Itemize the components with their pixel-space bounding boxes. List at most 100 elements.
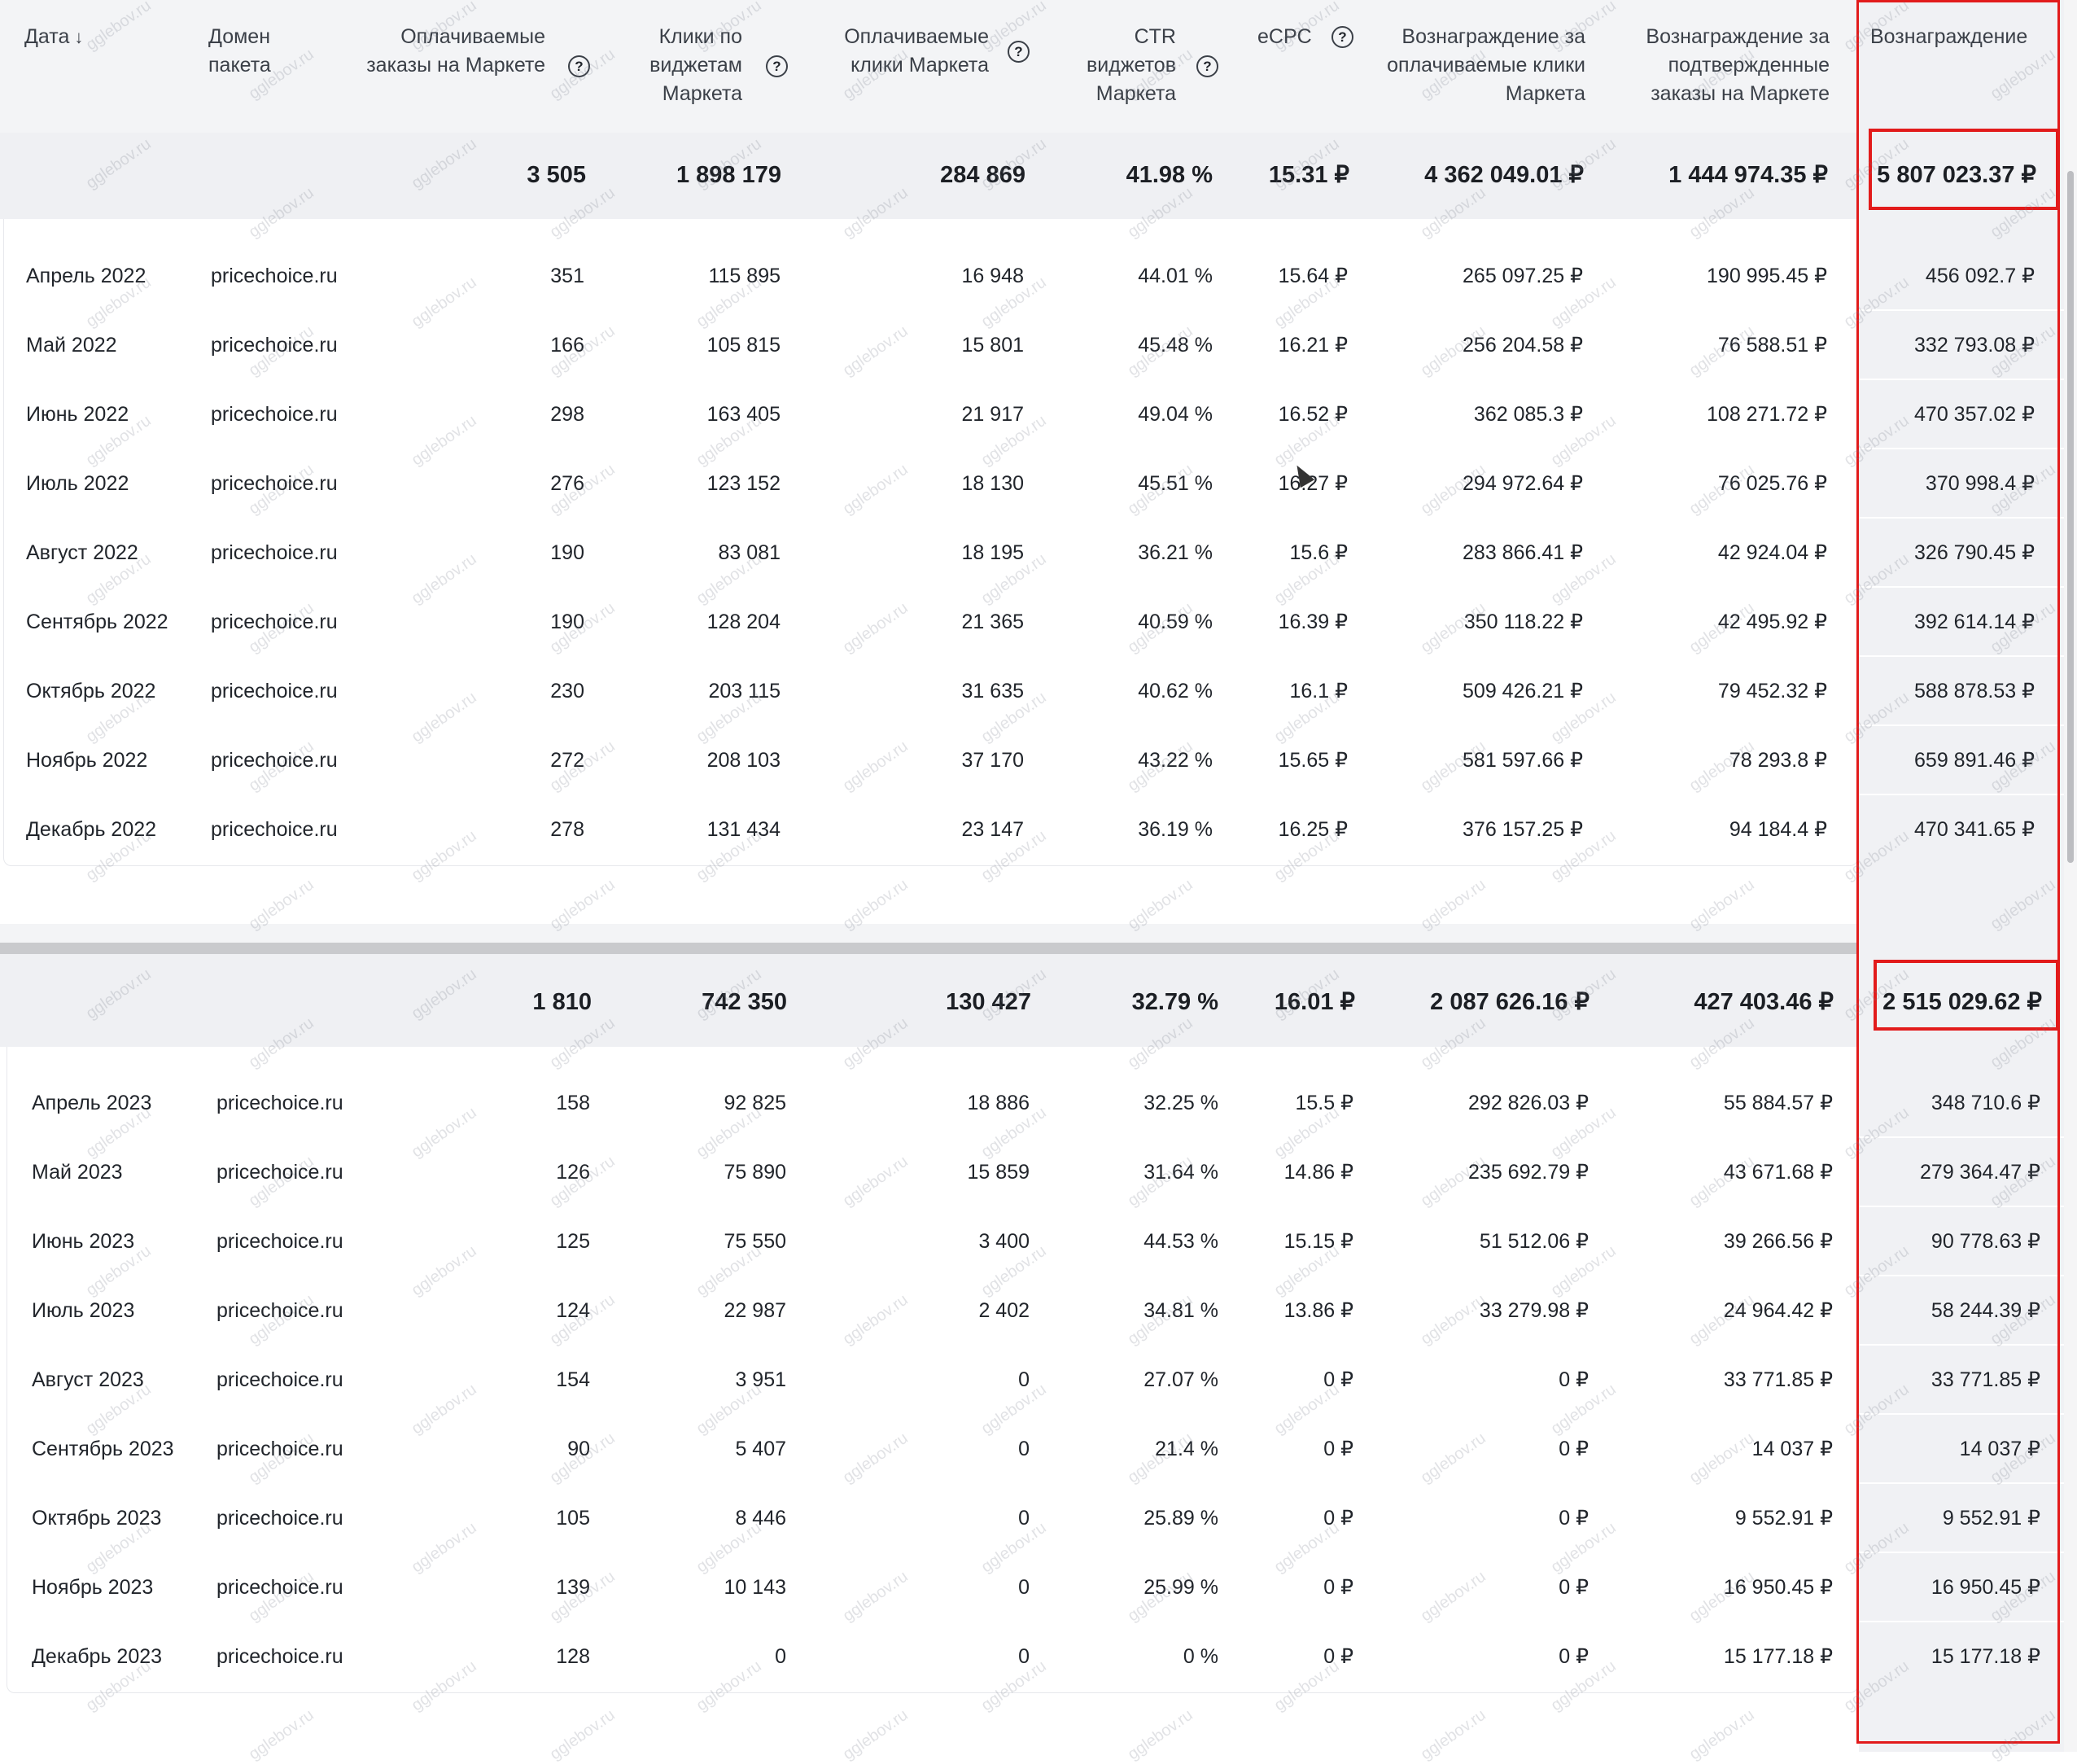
cell-paid-clicks: 23 147: [961, 818, 1024, 841]
table-row[interactable]: Июль 2022 pricechoice.ru 276 123 152 18 …: [0, 449, 2077, 519]
question-circle-icon[interactable]: ?: [1331, 26, 1353, 48]
table-row[interactable]: Ноябрь 2023 pricechoice.ru 139 10 143 0 …: [0, 1553, 2077, 1622]
cell-date: Сентябрь 2022: [26, 611, 168, 633]
cell-orders: 190: [550, 611, 584, 633]
watermark-text: gglebov.ru: [1124, 1705, 1196, 1764]
total-reward-orders: 1 444 974.35 ₽: [1668, 162, 1828, 188]
cell-ecpc: 0 ₽: [1323, 1645, 1353, 1668]
total-reward-clicks: 2 087 626.16 ₽: [1430, 989, 1589, 1015]
cell-reward-orders: 39 266.56 ₽: [1723, 1230, 1833, 1253]
header-ctr[interactable]: CTR виджетов Маркета: [1066, 23, 1176, 108]
cell-widget-clicks: 8 446: [735, 1507, 786, 1530]
table-row[interactable]: Октябрь 2023 pricechoice.ru 105 8 446 0 …: [0, 1484, 2077, 1553]
table-row[interactable]: Июль 2023 pricechoice.ru 124 22 987 2 40…: [0, 1276, 2077, 1346]
cell-domain: pricechoice.ru: [211, 611, 338, 633]
cell-ecpc: 15.65 ₽: [1278, 749, 1348, 772]
cell-date: Октябрь 2023: [32, 1507, 162, 1530]
table-row[interactable]: Октябрь 2022 pricechoice.ru 230 203 115 …: [0, 657, 2077, 726]
watermark-text: gglebov.ru: [245, 1705, 317, 1764]
cell-reward-clicks: 350 118.22 ₽: [1463, 611, 1583, 633]
table-row[interactable]: Сентябрь 2023 pricechoice.ru 90 5 407 0 …: [0, 1415, 2077, 1484]
total-paid-clicks: 130 427: [946, 989, 1031, 1015]
question-circle-icon[interactable]: ?: [1008, 41, 1030, 63]
table-row[interactable]: Май 2023 pricechoice.ru 126 75 890 15 85…: [0, 1138, 2077, 1207]
cell-orders: 139: [556, 1576, 590, 1599]
question-circle-icon[interactable]: ?: [766, 55, 788, 77]
header-ecpc[interactable]: eCPC: [1257, 23, 1323, 51]
total-orders: 3 505: [527, 162, 586, 188]
cell-ecpc: 0 ₽: [1323, 1438, 1353, 1460]
cell-widget-clicks: 0: [775, 1645, 786, 1668]
cell-reward-orders: 24 964.42 ₽: [1723, 1299, 1833, 1322]
table-row[interactable]: Сентябрь 2022 pricechoice.ru 190 128 204…: [0, 588, 2077, 657]
cell-date: Сентябрь 2023: [32, 1438, 174, 1460]
cell-date: Декабрь 2022: [26, 818, 157, 841]
cell-reward-orders: 190 995.45 ₽: [1707, 265, 1827, 287]
cell-ecpc: 15.64 ₽: [1278, 265, 1348, 287]
cell-reward-orders: 14 037 ₽: [1751, 1438, 1833, 1460]
cell-reward-clicks: 51 512.06 ₽: [1479, 1230, 1589, 1253]
cell-reward-clicks: 0 ₽: [1559, 1368, 1589, 1391]
total-reward-highlight-2022: [1869, 129, 2059, 210]
cell-date: Декабрь 2023: [32, 1645, 163, 1668]
cell-reward-clicks: 0 ₽: [1559, 1507, 1589, 1530]
cell-widget-clicks: 5 407: [735, 1438, 786, 1460]
cell-domain: pricechoice.ru: [216, 1230, 343, 1253]
arrow-down-icon[interactable]: ↓: [74, 27, 83, 47]
table-row[interactable]: Май 2022 pricechoice.ru 166 105 815 15 8…: [0, 311, 2077, 380]
cell-ecpc: 15.15 ₽: [1283, 1230, 1353, 1253]
header-widget-clicks[interactable]: Клики по виджетам Маркета: [627, 23, 742, 108]
cell-ecpc: 16.27 ₽: [1278, 472, 1348, 495]
table-row[interactable]: Декабрь 2022 pricechoice.ru 278 131 434 …: [0, 795, 2077, 864]
cell-date: Ноябрь 2023: [32, 1576, 154, 1599]
cell-date: Июль 2023: [32, 1299, 135, 1322]
header-date[interactable]: Дата ↓: [24, 23, 187, 51]
cell-reward-clicks: 0 ₽: [1559, 1645, 1589, 1668]
cell-widget-clicks: 123 152: [706, 472, 781, 495]
header-domain[interactable]: Домен пакета: [208, 23, 314, 80]
cell-orders: 128: [556, 1645, 590, 1668]
cell-paid-clicks: 0: [1018, 1645, 1030, 1668]
cell-orders: 124: [556, 1299, 590, 1322]
table-row[interactable]: Апрель 2023 pricechoice.ru 158 92 825 18…: [0, 1069, 2077, 1138]
header-orders[interactable]: Оплачиваемые заказы на Маркете: [358, 23, 545, 80]
question-circle-icon[interactable]: ?: [1196, 55, 1218, 77]
cell-ecpc: 0 ₽: [1323, 1576, 1353, 1599]
cell-orders: 154: [556, 1368, 590, 1391]
question-circle-icon[interactable]: ?: [568, 55, 590, 77]
total-orders: 1 810: [532, 989, 592, 1015]
table-row[interactable]: Август 2022 pricechoice.ru 190 83 081 18…: [0, 519, 2077, 588]
cell-paid-clicks: 0: [1018, 1576, 1030, 1599]
cell-reward-clicks: 256 204.58 ₽: [1463, 334, 1583, 357]
cell-reward-orders: 94 184.4 ₽: [1729, 818, 1827, 841]
cell-orders: 298: [550, 403, 584, 426]
table-row[interactable]: Август 2023 pricechoice.ru 154 3 951 0 2…: [0, 1346, 2077, 1415]
cell-reward-orders: 15 177.18 ₽: [1723, 1645, 1833, 1668]
cell-domain: pricechoice.ru: [216, 1161, 343, 1184]
cell-paid-clicks: 31 635: [961, 680, 1024, 703]
cell-paid-clicks: 37 170: [961, 749, 1024, 772]
table-row[interactable]: Июнь 2023 pricechoice.ru 125 75 550 3 40…: [0, 1207, 2077, 1276]
table-row[interactable]: Ноябрь 2022 pricechoice.ru 272 208 103 3…: [0, 726, 2077, 795]
header-reward-clicks[interactable]: Вознаграждение за оплачиваемые клики Мар…: [1384, 23, 1585, 108]
cell-reward-clicks: 235 692.79 ₽: [1468, 1161, 1589, 1184]
cell-domain: pricechoice.ru: [211, 541, 338, 564]
cell-reward-clicks: 283 866.41 ₽: [1463, 541, 1583, 564]
cell-ecpc: 15.5 ₽: [1295, 1092, 1353, 1114]
cell-reward-clicks: 294 972.64 ₽: [1463, 472, 1583, 495]
cell-reward-orders: 55 884.57 ₽: [1723, 1092, 1833, 1114]
cell-date: Октябрь 2022: [26, 680, 156, 703]
cell-reward-clicks: 292 826.03 ₽: [1468, 1092, 1589, 1114]
cell-paid-clicks: 21 917: [961, 403, 1024, 426]
cell-widget-clicks: 92 825: [724, 1092, 786, 1114]
total-ecpc: 15.31 ₽: [1268, 162, 1349, 188]
table-row[interactable]: Декабрь 2023 pricechoice.ru 128 0 0 0 % …: [0, 1622, 2077, 1692]
totals-row-2023: 1 810 742 350 130 427 32.79 % 16.01 ₽ 2 …: [0, 968, 2077, 1037]
header-reward-orders[interactable]: Вознаграждение за подтвержденные заказы …: [1620, 23, 1830, 108]
cell-date: Май 2023: [32, 1161, 123, 1184]
cell-ecpc: 0 ₽: [1323, 1507, 1353, 1530]
table-row[interactable]: Апрель 2022 pricechoice.ru 351 115 895 1…: [0, 242, 2077, 311]
table-row[interactable]: Июнь 2022 pricechoice.ru 298 163 405 21 …: [0, 380, 2077, 449]
total-paid-clicks: 284 869: [940, 162, 1025, 188]
header-paid-clicks[interactable]: Оплачиваемые клики Маркета: [822, 23, 989, 80]
